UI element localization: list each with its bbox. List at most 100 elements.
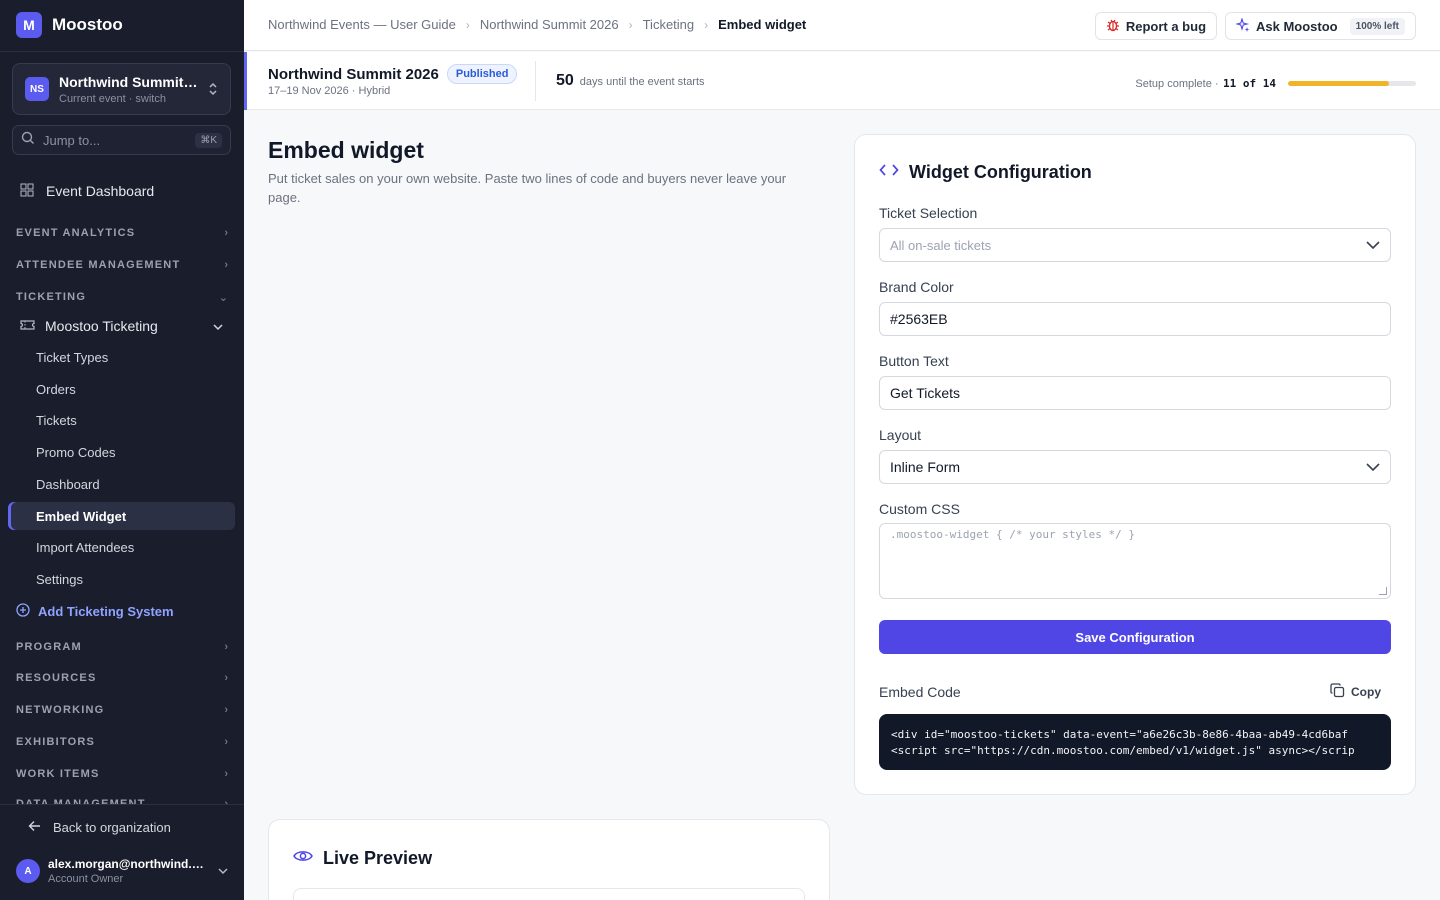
section-attendee-management[interactable]: ATTENDEE MANAGEMENT › <box>16 257 228 273</box>
divider <box>535 61 536 101</box>
section-event-analytics[interactable]: EVENT ANALYTICS › <box>16 225 228 241</box>
report-bug-button[interactable]: Report a bug <box>1094 12 1218 40</box>
avatar: A <box>16 859 40 883</box>
user-email: alex.morgan@northwind.com <box>48 857 210 871</box>
ticket-selection-select[interactable]: All on-sale tickets <box>879 228 1391 262</box>
save-configuration-button[interactable]: Save Configuration <box>879 620 1391 654</box>
sidebar-divider <box>0 51 244 52</box>
section-label: ATTENDEE MANAGEMENT <box>16 259 181 271</box>
section-exhibitors[interactable]: EXHIBITORS › <box>16 734 228 750</box>
chevron-right-icon: › <box>704 17 709 32</box>
embed-code-label: Embed Code <box>879 684 961 700</box>
jump-to-search[interactable]: Jump to... ⌘K <box>12 125 231 155</box>
brand-color-label: Brand Color <box>879 279 954 295</box>
section-work-items[interactable]: WORK ITEMS › <box>16 766 228 782</box>
section-ticketing[interactable]: TICKETING ⌄ <box>16 289 228 305</box>
custom-css-label: Custom CSS <box>879 501 960 517</box>
chevron-right-icon: › <box>628 17 633 32</box>
code-icon <box>879 162 899 183</box>
section-label: TICKETING <box>16 291 87 303</box>
event-avatar: NS <box>25 77 49 101</box>
sidebar-item-ticket-types[interactable]: Ticket Types <box>8 343 235 371</box>
event-switcher-name: Northwind Summit 2026 <box>59 73 198 90</box>
nav-event-dashboard-label: Event Dashboard <box>46 183 155 199</box>
live-preview-card: Live Preview <box>268 819 830 900</box>
brand-color-input[interactable]: #2563EB <box>879 302 1391 336</box>
setup-progress[interactable]: Setup complete · 11 of 14 <box>1135 74 1416 92</box>
event-title: Northwind Summit 2026 <box>268 65 439 83</box>
sidebar-item-embed-widget[interactable]: Embed Widget <box>8 502 235 530</box>
sidebar-item-orders[interactable]: Orders <box>8 375 235 403</box>
chevron-right-icon: › <box>224 259 228 271</box>
event-accent-bar <box>244 52 247 110</box>
button-text-value: Get Tickets <box>890 385 961 401</box>
section-networking[interactable]: NETWORKING › <box>16 702 228 718</box>
card-title: Widget Configuration <box>909 162 1092 182</box>
preview-title: Live Preview <box>323 848 433 868</box>
code-line: <div id="moostoo-tickets" data-event="a6… <box>891 728 1348 741</box>
status-badge: Published <box>446 64 518 84</box>
setup-count: 11 of 14 <box>1223 77 1276 90</box>
app-name: Moostoo <box>52 15 123 34</box>
add-ticketing-system-button[interactable]: Add Ticketing System <box>16 601 174 621</box>
ticketing-system-label: Moostoo Ticketing <box>45 318 158 334</box>
layout-select[interactable]: Inline Form <box>879 450 1391 484</box>
breadcrumb-item[interactable]: Ticketing <box>643 17 695 32</box>
chevron-down-icon <box>218 862 228 880</box>
section-resources[interactable]: RESOURCES › <box>16 670 228 686</box>
ask-moostoo-button[interactable]: Ask Moostoo 100% left <box>1225 12 1416 40</box>
brand[interactable]: M Moostoo <box>16 12 123 38</box>
chevron-right-icon: › <box>224 672 228 684</box>
chevron-right-icon: › <box>224 641 228 653</box>
plus-circle-icon <box>16 602 30 620</box>
nav-event-dashboard[interactable]: Event Dashboard <box>8 177 235 205</box>
event-switcher[interactable]: NS Northwind Summit 2026 Current event ·… <box>12 63 231 115</box>
breadcrumb-item[interactable]: Northwind Events — User Guide <box>268 17 456 32</box>
button-text-label: Button Text <box>879 353 949 369</box>
breadcrumb: Northwind Events — User Guide › Northwin… <box>268 17 806 32</box>
back-to-organization-link[interactable]: Back to organization <box>28 820 171 835</box>
sidebar-item-settings[interactable]: Settings <box>8 565 235 593</box>
layout-label: Layout <box>879 427 922 443</box>
embed-code-block[interactable]: <div id="moostoo-tickets" data-event="a6… <box>879 714 1391 770</box>
sidebar-item-tickets[interactable]: Tickets <box>8 406 235 434</box>
page-title: Embed widget <box>268 137 424 163</box>
bug-icon <box>1106 18 1120 35</box>
custom-css-textarea[interactable]: .moostoo-widget { /* your styles */ } <box>879 523 1391 599</box>
sidebar-item-dashboard[interactable]: Dashboard <box>8 470 235 498</box>
copy-label: Copy <box>1351 685 1381 699</box>
eye-icon <box>293 849 313 868</box>
copy-icon <box>1330 683 1345 701</box>
copy-button[interactable]: Copy <box>1330 683 1381 701</box>
ticket-selection-value: All on-sale tickets <box>890 237 992 253</box>
setup-progress-fill <box>1288 80 1389 86</box>
section-label: EXHIBITORS <box>16 736 96 748</box>
section-program[interactable]: PROGRAM › <box>16 639 228 655</box>
countdown: 50 days until the event starts <box>556 72 705 90</box>
sidebar-item-import-attendees[interactable]: Import Attendees <box>8 533 235 561</box>
chevron-right-icon: › <box>465 17 470 32</box>
ask-quota-badge: 100% left <box>1349 17 1405 35</box>
chevron-down-icon <box>1366 238 1380 253</box>
button-text-input[interactable]: Get Tickets <box>879 376 1391 410</box>
breadcrumb-item[interactable]: Northwind Summit 2026 <box>480 17 619 32</box>
sidebar-item-promo-codes[interactable]: Promo Codes <box>8 438 235 466</box>
section-label: RESOURCES <box>16 672 97 684</box>
back-to-organization-label: Back to organization <box>53 820 171 835</box>
section-label: PROGRAM <box>16 641 82 653</box>
user-menu[interactable]: A alex.morgan@northwind.com Account Owne… <box>16 857 228 885</box>
section-label: NETWORKING <box>16 704 105 716</box>
breadcrumb-current: Embed widget <box>718 17 807 32</box>
ticketing-system-moostoo[interactable]: Moostoo Ticketing <box>8 312 235 340</box>
resize-handle[interactable] <box>1379 587 1387 595</box>
chevron-right-icon: › <box>224 704 228 716</box>
layout-value: Inline Form <box>890 459 961 475</box>
chevron-right-icon: › <box>224 736 228 748</box>
event-switcher-subtitle: Current event · switch <box>59 92 166 105</box>
chevron-right-icon: › <box>224 227 228 239</box>
event-dates: 17–19 Nov 2026 · Hybrid <box>268 85 391 97</box>
setup-label: Setup complete · <box>1135 78 1219 90</box>
countdown-days: 50 <box>556 72 574 89</box>
shortcut-hint: ⌘K <box>195 132 222 148</box>
sparkle-icon <box>1234 16 1250 35</box>
